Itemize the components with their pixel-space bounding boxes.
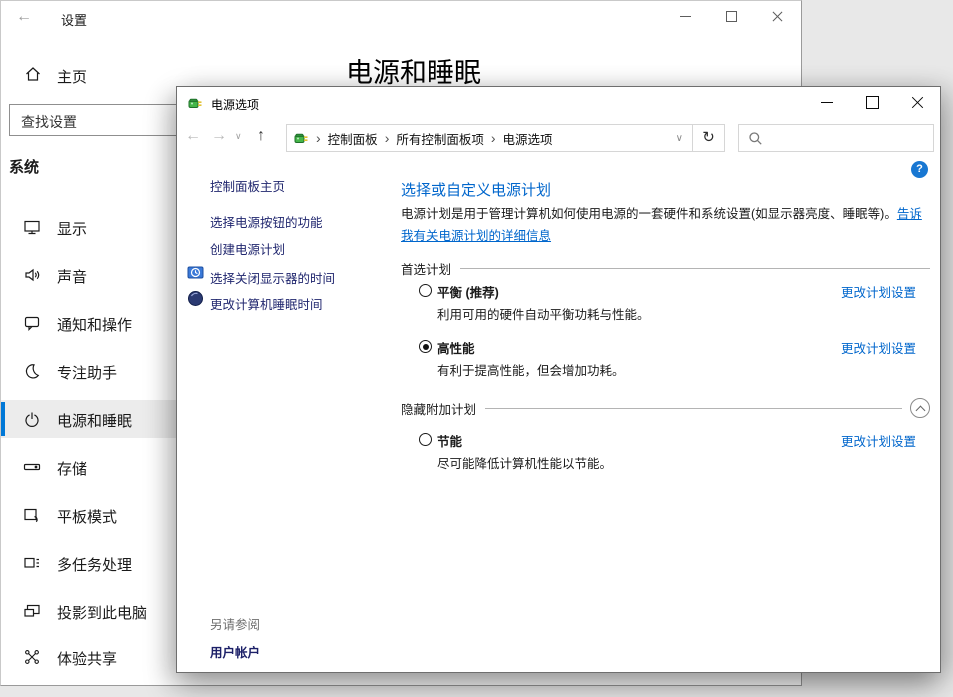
control-panel-home-link[interactable]: 控制面板主页 bbox=[210, 176, 285, 195]
sidebar-item-label: 主页 bbox=[57, 66, 87, 87]
sidebar-item-label: 平板模式 bbox=[57, 506, 117, 527]
sidebar-item-label: 电源和睡眠 bbox=[57, 410, 132, 431]
back-arrow-icon[interactable]: ← bbox=[9, 8, 39, 26]
multitasking-icon bbox=[23, 554, 41, 572]
task-power-buttons-link[interactable]: 选择电源按钮的功能 bbox=[210, 212, 323, 231]
plan-description: 尽可能降低计算机性能以节能。 bbox=[437, 453, 612, 472]
display-icon bbox=[23, 218, 41, 236]
sidebar-item-label: 专注助手 bbox=[57, 362, 117, 383]
radio-balanced[interactable] bbox=[419, 284, 432, 297]
power-icon bbox=[23, 410, 41, 428]
sidebar-item-label: 存储 bbox=[57, 458, 87, 479]
power-options-window: 电源选项 ← → ∨ ↑ › 控制面板 › 所有控制面板项 › 电源选项 bbox=[176, 86, 941, 673]
search-placeholder: 查找设置 bbox=[21, 112, 77, 132]
recent-pages-chevron-icon[interactable]: ∨ bbox=[235, 131, 242, 142]
sidebar-item-label: 通知和操作 bbox=[57, 314, 132, 335]
home-icon bbox=[24, 65, 42, 83]
section-header: 系统 bbox=[9, 156, 39, 177]
forward-arrow-icon[interactable]: → bbox=[211, 127, 227, 145]
preferred-plans-section: 首选计划 bbox=[401, 259, 930, 278]
projecting-icon bbox=[23, 602, 41, 620]
minimize-button[interactable] bbox=[663, 1, 709, 31]
display-off-time-icon bbox=[187, 264, 204, 281]
power-plans-content: ? 选择或自定义电源计划 电源计划是用于管理计算机如何使用电源的一套硬件和系统设… bbox=[401, 87, 930, 672]
sleep-time-icon bbox=[187, 290, 204, 307]
task-display-off-time-link[interactable]: 选择关闭显示器的时间 bbox=[210, 268, 335, 287]
change-plan-settings-link[interactable]: 更改计划设置 bbox=[841, 282, 916, 301]
sidebar-item-label: 声音 bbox=[57, 266, 87, 287]
collapse-chevron-icon[interactable] bbox=[910, 398, 930, 418]
change-plan-settings-link[interactable]: 更改计划设置 bbox=[841, 431, 916, 450]
section-divider bbox=[485, 408, 902, 409]
page-title: 电源和睡眠 bbox=[346, 51, 481, 90]
power-options-icon bbox=[187, 95, 203, 111]
change-plan-settings-link[interactable]: 更改计划设置 bbox=[841, 338, 916, 357]
hidden-plans-section: 隐藏附加计划 bbox=[401, 398, 930, 418]
power-options-icon bbox=[293, 130, 309, 146]
sidebar-item-label: 显示 bbox=[57, 218, 87, 239]
content-heading: 选择或自定义电源计划 bbox=[401, 179, 551, 200]
shared-experiences-icon bbox=[23, 648, 41, 666]
plan-description: 利用可用的硬件自动平衡功耗与性能。 bbox=[437, 304, 650, 323]
radio-power-saver[interactable] bbox=[419, 433, 432, 446]
see-also-header: 另请参阅 bbox=[210, 614, 260, 633]
help-icon[interactable]: ? bbox=[911, 161, 928, 178]
focus-assist-icon bbox=[23, 362, 41, 380]
back-arrow-icon[interactable]: ← bbox=[185, 127, 201, 145]
sidebar-item-label: 体验共享 bbox=[57, 648, 117, 669]
breadcrumb-separator-icon: › bbox=[378, 130, 397, 146]
close-button[interactable] bbox=[755, 1, 801, 31]
plan-name: 节能 bbox=[437, 431, 462, 450]
breadcrumb-separator-icon: › bbox=[309, 130, 328, 146]
breadcrumb-control-panel[interactable]: 控制面板 bbox=[328, 129, 378, 148]
plan-name: 高性能 bbox=[437, 338, 475, 357]
sidebar-item-label: 多任务处理 bbox=[57, 554, 132, 575]
intro-text: 电源计划是用于管理计算机如何使用电源的一套硬件和系统设置(如显示器亮度、睡眠等)… bbox=[401, 207, 897, 221]
plan-description: 有利于提高性能，但会增加功耗。 bbox=[437, 360, 625, 379]
maximize-button[interactable] bbox=[709, 1, 755, 31]
radio-high-performance[interactable] bbox=[419, 340, 432, 353]
tablet-mode-icon bbox=[23, 506, 41, 524]
plan-name: 平衡 (推荐) bbox=[437, 282, 499, 301]
task-sleep-time-link[interactable]: 更改计算机睡眠时间 bbox=[210, 294, 323, 313]
intro-paragraph: 电源计划是用于管理计算机如何使用电源的一套硬件和系统设置(如显示器亮度、睡眠等)… bbox=[401, 203, 932, 247]
section-title: 隐藏附加计划 bbox=[401, 399, 476, 418]
notifications-icon bbox=[23, 314, 41, 332]
sidebar-item-label: 投影到此电脑 bbox=[57, 602, 147, 623]
power-window-title: 电源选项 bbox=[211, 96, 259, 113]
section-divider bbox=[460, 268, 930, 269]
task-create-plan-link[interactable]: 创建电源计划 bbox=[210, 239, 285, 258]
section-title: 首选计划 bbox=[401, 259, 451, 278]
settings-window-title: 设置 bbox=[61, 10, 87, 29]
up-arrow-icon[interactable]: ↑ bbox=[257, 127, 265, 145]
sound-icon bbox=[23, 266, 41, 284]
user-accounts-link[interactable]: 用户帐户 bbox=[210, 642, 260, 661]
storage-icon bbox=[23, 458, 41, 476]
